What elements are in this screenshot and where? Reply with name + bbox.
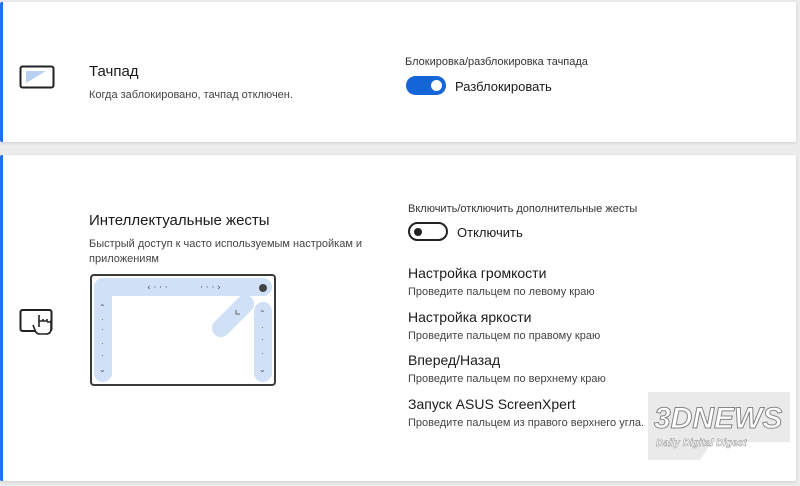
svg-text:⌄: ⌄	[259, 365, 266, 374]
gestures-description-line1: Быстрый доступ к часто используемым наст…	[89, 238, 363, 250]
gesture-volume-desc: Проведите пальцем по левому краю	[408, 286, 595, 298]
svg-text:·: ·	[101, 315, 104, 324]
gestures-toggle-text: Отключить	[457, 225, 523, 240]
touchpad-description: Когда заблокировано, тачпад отключен.	[89, 89, 293, 101]
svg-text:⌃: ⌃	[99, 303, 106, 312]
gesture-volume-title: Настройка громкости	[408, 265, 547, 281]
svg-text:·: ·	[101, 351, 104, 360]
gestures-description-line2: приложениям	[89, 253, 159, 265]
gesture-diagram: ‹ · · · · · · › ⌃ · · · · ⌄ ⌃ · · · ⌄	[90, 274, 276, 386]
svg-text:·: ·	[261, 349, 264, 358]
touchpad-lock-toggle[interactable]	[406, 76, 446, 95]
svg-text:·: ·	[101, 339, 104, 348]
svg-text:·: ·	[261, 335, 264, 344]
smart-gestures-card: Интеллектуальные жесты Быстрый доступ к …	[0, 155, 796, 481]
gesture-screenxpert-title: Запуск ASUS ScreenXpert	[408, 396, 576, 412]
gesture-diagram-graphic: ‹ · · · · · · › ⌃ · · · · ⌄ ⌃ · · · ⌄	[94, 278, 272, 382]
gesture-back-forward-desc: Проведите пальцем по верхнему краю	[408, 373, 606, 385]
touchpad-lock-label: Блокировка/разблокировка тачпада	[405, 56, 588, 68]
touchpad-gesture-icon	[19, 309, 53, 335]
svg-text:⌄: ⌄	[99, 365, 106, 374]
touchpad-toggle-text: Разблокировать	[455, 79, 552, 94]
gesture-brightness-desc: Проведите пальцем по правому краю	[408, 330, 601, 342]
svg-text:·: ·	[101, 325, 104, 334]
gestures-title: Интеллектуальные жесты	[89, 212, 270, 229]
gestures-toggle[interactable]	[408, 222, 448, 241]
svg-text:⌃: ⌃	[259, 309, 266, 318]
touchpad-icon	[19, 65, 55, 89]
gesture-screenxpert-desc: Проведите пальцем из правого верхнего уг…	[408, 417, 645, 429]
toggle-knob	[414, 227, 422, 236]
gesture-brightness-title: Настройка яркости	[408, 309, 532, 325]
gesture-back-forward-title: Вперед/Назад	[408, 352, 501, 368]
svg-text:·: ·	[261, 323, 264, 332]
gestures-toggle-label: Включить/отключить дополнительные жесты	[408, 203, 638, 215]
touchpad-title: Тачпад	[89, 63, 139, 80]
svg-text:‹ · · ·: ‹ · · ·	[147, 283, 168, 293]
touchpad-card: Тачпад Когда заблокировано, тачпад отклю…	[0, 2, 796, 142]
toggle-knob	[431, 80, 442, 91]
svg-text:· · · ›: · · · ›	[200, 283, 221, 293]
